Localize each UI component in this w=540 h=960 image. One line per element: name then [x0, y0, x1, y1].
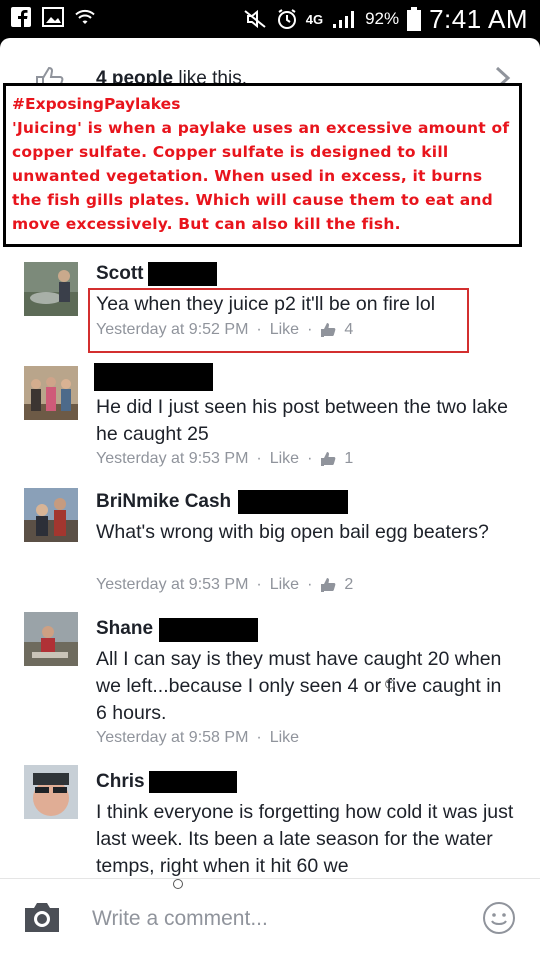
annotation-overlay: #ExposingPaylakes 'Juicing' is when a pa…: [3, 83, 522, 247]
comment-meta: Yesterday at 9:53 PM · Like · 1: [96, 450, 354, 468]
signal-icon: [333, 11, 355, 28]
battery-icon: [407, 7, 422, 31]
camera-icon[interactable]: [22, 899, 62, 935]
comment-text: All I can say is they must have caught 2…: [96, 648, 502, 724]
facebook-icon: [11, 7, 31, 27]
redaction-bar: [159, 618, 258, 642]
avatar[interactable]: [24, 488, 78, 542]
gallery-icon: [42, 7, 64, 27]
comment-input[interactable]: Write a comment...: [92, 907, 268, 931]
comment-time[interactable]: Yesterday at 9:53 PM: [96, 576, 248, 594]
comment-meta: Yesterday at 9:58 PM · Like: [96, 729, 300, 747]
network-label: 4G: [305, 11, 324, 27]
avatar[interactable]: [24, 262, 78, 316]
alarm-icon: [277, 9, 296, 29]
comment-composer: Write a comment...: [0, 878, 540, 960]
avatar[interactable]: [24, 765, 78, 819]
comment-author[interactable]: Shane: [96, 618, 153, 640]
like-button[interactable]: Like: [270, 576, 299, 594]
redaction-bar: [238, 490, 348, 514]
like-count-icon: [321, 452, 336, 466]
wifi-icon: [75, 9, 95, 24]
comment-author[interactable]: BriNmike Cash: [96, 491, 231, 513]
sticker-icon[interactable]: [482, 901, 516, 935]
like-count[interactable]: 2: [344, 576, 353, 594]
comment-text: What's wrong with big open bail egg beat…: [96, 521, 489, 543]
battery-percent: 92%: [365, 9, 400, 28]
comment-author[interactable]: Scott: [96, 263, 144, 285]
comment-time[interactable]: Yesterday at 9:58 PM: [96, 729, 248, 747]
comment-text: I think everyone is forgetting how cold …: [96, 801, 514, 877]
touch-indicator: [385, 679, 395, 689]
comment-time[interactable]: Yesterday at 9:53 PM: [96, 450, 248, 468]
redaction-bar: [149, 771, 237, 793]
comment-meta: Yesterday at 9:53 PM · Like · 2: [96, 576, 354, 594]
comment-author[interactable]: Chris: [96, 771, 145, 793]
redaction-bar: [148, 262, 217, 286]
avatar[interactable]: [24, 612, 78, 666]
comments-sheet: 4 people like this. #ExposingPaylakes 'J…: [0, 38, 540, 960]
clock: 7:41 AM: [429, 3, 528, 34]
like-button[interactable]: Like: [270, 450, 299, 468]
comment-text: He did I just seen his post between the …: [96, 396, 508, 445]
like-count-icon: [321, 578, 336, 592]
status-bar: 4G 92% 7:41 AM: [0, 0, 540, 38]
like-button[interactable]: Like: [270, 729, 299, 747]
mute-icon: [244, 9, 266, 29]
overlay-hashtag: #ExposingPaylakes: [12, 95, 181, 113]
redaction-bar: [94, 363, 213, 391]
highlight-box: [88, 288, 469, 353]
avatar[interactable]: [24, 366, 78, 420]
like-count[interactable]: 1: [344, 450, 353, 468]
scroll-indicator: [173, 879, 183, 889]
overlay-text: 'Juicing' is when a paylake uses an exce…: [12, 119, 510, 233]
